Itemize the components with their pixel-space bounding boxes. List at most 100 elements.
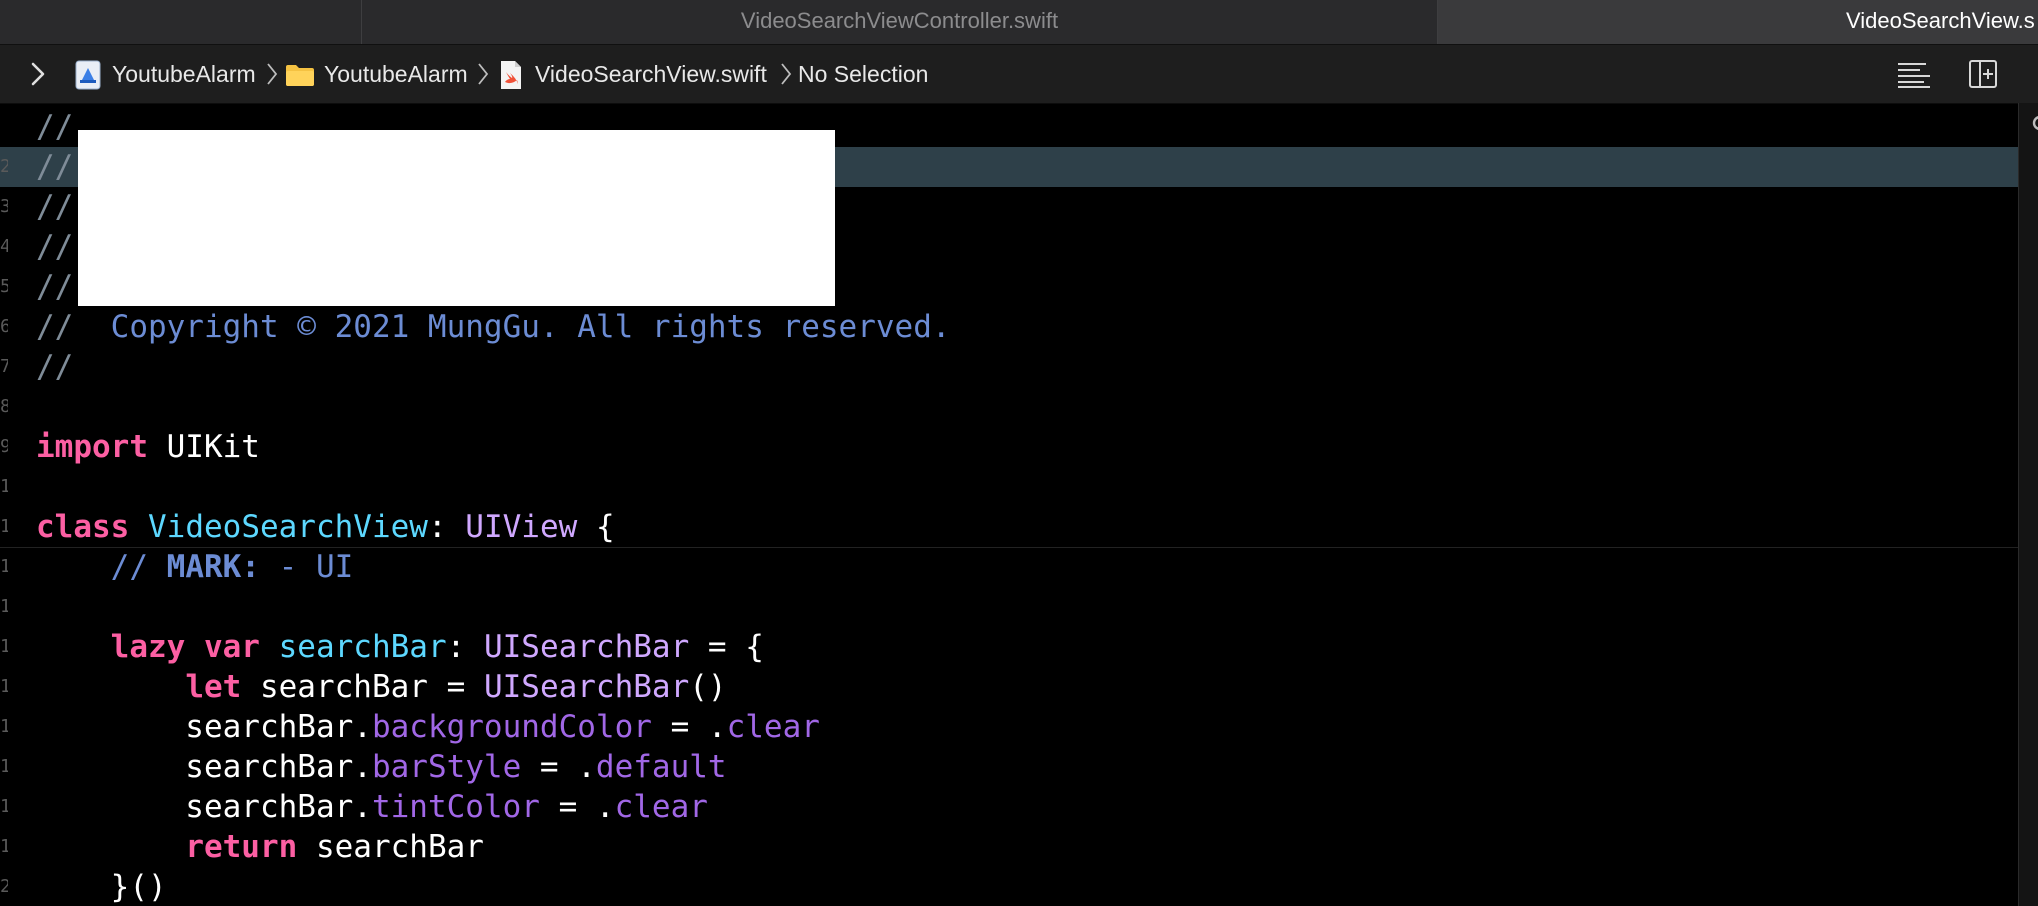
line-number: 19 <box>0 836 8 857</box>
jump-bar-file[interactable]: VideoSearchView.swift <box>535 45 767 103</box>
keyword: lazy var <box>110 629 260 665</box>
comment: // <box>36 229 74 265</box>
chevron-right-icon[interactable] <box>30 61 46 87</box>
folder-icon <box>286 65 314 86</box>
line-number <box>0 107 8 147</box>
swift-file-icon <box>501 61 521 89</box>
tab-bar: VideoSearchViewController.swift VideoSea… <box>0 0 2038 45</box>
tab-videosearchviewcontroller[interactable]: VideoSearchViewController.swift <box>361 0 1437 44</box>
comment: // <box>36 269 74 305</box>
jump-bar: YoutubeAlarm YoutubeAlarm VideoSearchVie… <box>0 45 2038 104</box>
line-number: 5 <box>0 276 8 297</box>
keyword: return <box>185 829 298 865</box>
editor-options-icon[interactable] <box>1896 59 1932 89</box>
code-editor[interactable]: 2 3 4 5 6 7 8 9 10 11 12 13 14 15 16 17 … <box>0 103 2018 906</box>
punctuation: { <box>577 509 615 545</box>
operator: = . <box>521 749 596 785</box>
line-number: 18 <box>0 796 8 817</box>
code-line: searchBar.barStyle = .default <box>36 747 727 787</box>
code-line: // Copyright © 2021 MungGu. All rights r… <box>36 307 951 347</box>
type-name: UISearchBar <box>483 669 690 705</box>
mark-comment: MARK: <box>166 549 260 585</box>
code-line: // <box>36 267 73 307</box>
comment: // <box>36 149 74 185</box>
punctuation: : <box>446 629 484 665</box>
property-name: searchBar <box>278 629 447 665</box>
type-name: UIView <box>465 509 578 545</box>
minimap-marker-icon <box>2032 116 2038 130</box>
redaction-box <box>78 130 835 306</box>
code-line: // <box>36 107 73 147</box>
code-line: return searchBar <box>36 827 484 867</box>
enum-value: clear <box>726 709 820 745</box>
tab-previous[interactable] <box>0 0 361 44</box>
line-number: 15 <box>0 676 8 697</box>
comment: // <box>110 549 167 585</box>
tab-label: VideoSearchViewController.swift <box>740 8 1059 33</box>
line-number: 11 <box>0 516 8 537</box>
code-line: import UIKit <box>36 427 260 467</box>
comment: // <box>36 309 74 345</box>
code-line: let searchBar = UISearchBar() <box>36 667 727 707</box>
comment: // <box>36 109 74 145</box>
comment: - UI <box>259 549 354 585</box>
line-number: 7 <box>0 356 8 377</box>
code-line: // <box>36 347 73 387</box>
identifier: searchBar = <box>241 669 484 705</box>
line-number: 2 <box>0 156 8 177</box>
comment: // <box>36 349 74 385</box>
punctuation: }() <box>36 869 167 905</box>
keyword: let <box>185 669 242 705</box>
type-name: UISearchBar <box>483 629 690 665</box>
code-line: // <box>36 227 73 267</box>
tab-label: VideoSearchView.s <box>1846 8 2035 33</box>
xcode-project-icon <box>75 60 101 90</box>
keyword: class <box>36 509 130 545</box>
enum-value: default <box>595 749 727 785</box>
breadcrumb-separator-icon <box>478 63 489 85</box>
code-line: searchBar.backgroundColor = .clear <box>36 707 820 747</box>
line-number: 13 <box>0 596 8 617</box>
punctuation: : <box>427 509 466 545</box>
code-line: // MARK: - UI <box>36 547 354 587</box>
property-ref: tintColor <box>371 789 540 825</box>
line-number: 16 <box>0 716 8 737</box>
breadcrumb-separator-icon <box>267 63 278 85</box>
line-number: 10 <box>0 476 8 497</box>
copyright-comment: Copyright © 2021 MungGu. All rights rese… <box>73 309 951 345</box>
class-name: VideoSearchView <box>148 509 428 545</box>
identifier: searchBar <box>297 829 484 865</box>
identifier: searchBar. <box>36 709 372 745</box>
line-number: 20 <box>0 876 8 897</box>
code-line: class VideoSearchView: UIView { <box>36 507 615 547</box>
line-number: 9 <box>0 436 8 457</box>
jump-bar-project[interactable]: YoutubeAlarm <box>112 45 256 103</box>
operator: = . <box>651 709 727 745</box>
line-number: 6 <box>0 316 8 337</box>
punctuation: () <box>689 669 727 705</box>
add-editor-right-icon[interactable] <box>1968 59 1998 89</box>
punctuation: = { <box>689 629 764 665</box>
enum-value: clear <box>614 789 708 825</box>
code-line: lazy var searchBar: UISearchBar = { <box>36 627 764 667</box>
identifier: searchBar. <box>36 789 372 825</box>
line-number: 8 <box>0 396 8 417</box>
line-number: 12 <box>0 556 8 577</box>
code-line: searchBar.tintColor = .clear <box>36 787 708 827</box>
jump-bar-selection[interactable]: No Selection <box>798 45 928 103</box>
property-ref: barStyle <box>371 749 522 785</box>
code-line: }() <box>36 867 167 906</box>
minimap-gutter[interactable] <box>2018 103 2038 906</box>
breadcrumb-separator-icon <box>781 63 792 85</box>
line-number: 14 <box>0 636 8 657</box>
line-number: 3 <box>0 196 8 217</box>
operator: = . <box>539 789 615 825</box>
line-number: 4 <box>0 236 8 257</box>
keyword: import <box>36 429 148 465</box>
tab-videosearchview-active[interactable]: VideoSearchView.s <box>1437 0 2038 44</box>
jump-bar-group[interactable]: YoutubeAlarm <box>324 45 468 103</box>
